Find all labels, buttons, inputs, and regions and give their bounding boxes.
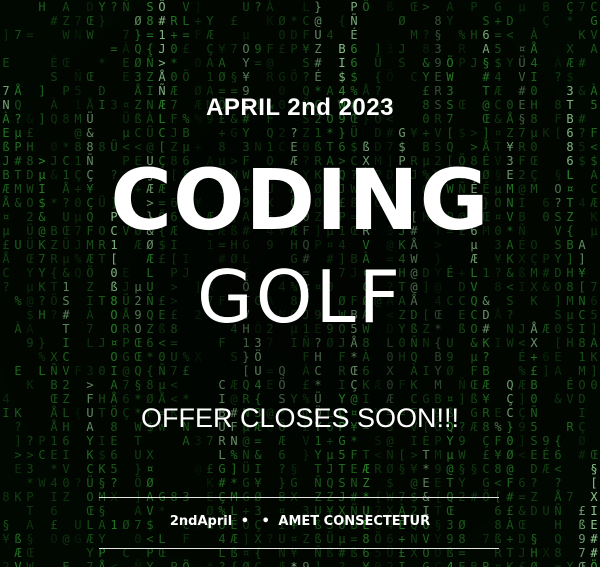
footer-bullet: • bbox=[240, 514, 250, 529]
title-coding: CODING bbox=[110, 151, 490, 249]
divider-top bbox=[99, 497, 499, 498]
footer-tagline: AMET CONSECTETUR bbox=[278, 514, 431, 529]
footer-bullet: • bbox=[261, 514, 270, 529]
footer-date: 2ndApril bbox=[169, 514, 233, 529]
title-golf: GOLF bbox=[197, 255, 403, 339]
footer-line: 2ndApril • • AMET CONSECTETUR bbox=[0, 513, 600, 531]
event-date: APRIL 2nd 2023 bbox=[206, 94, 394, 121]
offer-text: OFFER CLOSES SOON!!! bbox=[140, 403, 460, 433]
poster: ] E 7NÀEßJBÆÅ¤µ£ÅC? 4I 8 §¥ 2 7 ÅQ?µP#TM… bbox=[0, 0, 600, 567]
divider-bottom bbox=[99, 548, 499, 549]
